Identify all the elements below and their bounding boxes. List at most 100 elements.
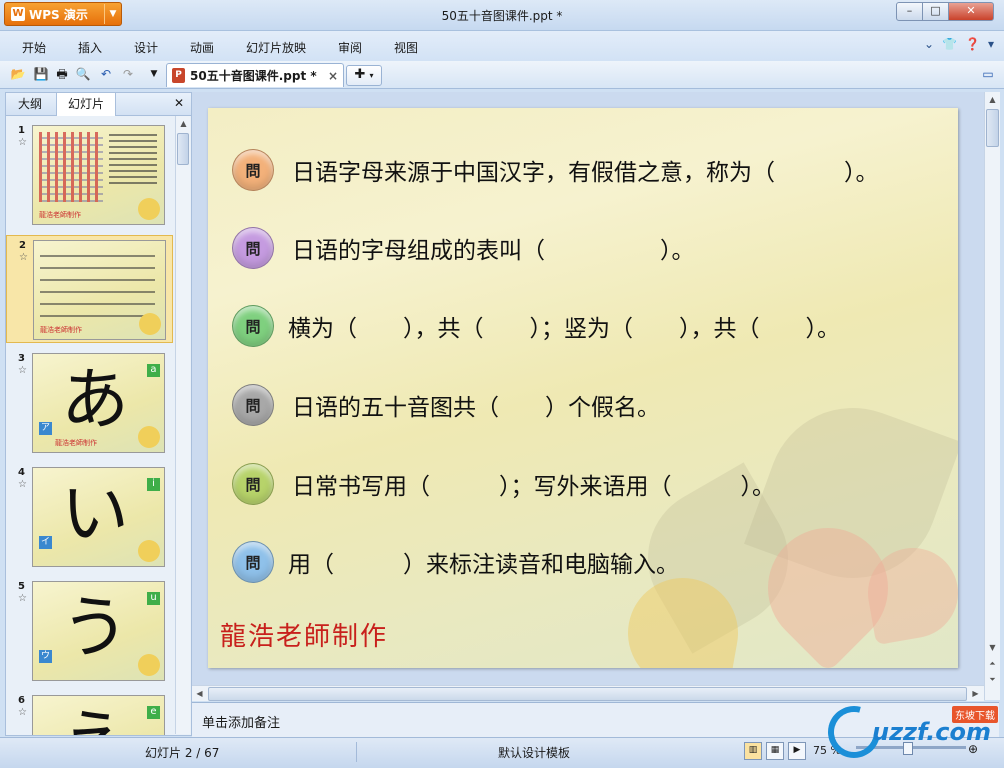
next-slide-icon[interactable]: ⏷ [985,672,1000,687]
redo-icon[interactable]: ↷ [120,66,136,82]
current-slide[interactable]: 問 日语字母来源于中国汉字，有假借之意，称为（ ）。 問 日语的字母组成的表叫（… [208,108,958,668]
hiragana-char: え [61,708,129,736]
author-signature: 龍浩老師制作 [220,622,389,652]
customize-toolbar-icon[interactable]: ▼ [146,66,162,82]
slide-preview: 龍浩老師制作 [32,125,165,225]
scroll-up-icon[interactable]: ▲ [985,92,1000,107]
slideshow-icon[interactable]: ▶ [788,742,806,760]
watermark-logo: uzzf.com 东坡下载 [818,696,1004,768]
question-row-6: 問 用（ ）来标注读音和电脑输入。 [232,541,679,583]
katakana-badge: イ [39,536,52,549]
flower-decoration [138,426,160,448]
scroll-down-icon[interactable]: ▼ [985,640,1000,655]
close-tab-icon[interactable]: × [328,69,338,83]
menu-home[interactable]: 开始 [22,39,46,56]
slides-pane: 大纲 幻灯片 ✕ 1 ☆ 龍浩老師制作 2 ☆ 龍浩老師制作 3 ☆ あ a ア… [5,92,192,736]
design-template-name: 默认设计模板 [498,746,571,760]
slide-number: 4 [18,467,25,478]
menu-insert[interactable]: 插入 [78,39,102,56]
restore-pane-icon[interactable]: ▭ [980,66,996,82]
katakana-badge: ウ [39,650,52,663]
scroll-thumb[interactable] [986,109,999,147]
animation-star-icon: ☆ [18,479,27,490]
slide-thumbnail-3[interactable]: 3 ☆ あ a ア 龍浩老師制作 [6,349,171,455]
romaji-badge: a [147,364,160,377]
slide-preview: え e [32,695,165,735]
slide-sorter-icon[interactable]: ▦ [766,742,784,760]
pane-tabs: 大纲 幻灯片 ✕ [6,92,191,116]
scroll-right-icon[interactable]: ▶ [968,686,983,701]
minimize-button[interactable]: – [896,2,923,21]
menu-view[interactable]: 视图 [394,39,418,56]
question-row-5: 問 日常书写用（ ）；写外来语用（ ）。 [232,463,775,505]
print-preview-icon[interactable]: 🔍 [75,66,91,82]
close-pane-icon[interactable]: ✕ [174,96,184,110]
new-tab-button[interactable]: ✚ ▾ [346,65,382,86]
maximize-button[interactable]: □ [922,2,949,21]
scroll-thumb[interactable] [208,687,967,701]
skin-icon[interactable]: 👕 [942,37,957,51]
open-folder-icon[interactable]: 📂 [10,66,26,82]
scroll-thumb[interactable] [177,133,189,165]
slide-thumbnail-2[interactable]: 2 ☆ 龍浩老師制作 [6,235,173,343]
question-text[interactable]: 日语的字母组成的表叫（ ）。 [292,231,695,265]
question-row-2: 問 日语的字母组成的表叫（ ）。 [232,227,695,269]
save-icon[interactable]: 💾 [33,66,49,82]
slide-thumbnail-6[interactable]: 6 ☆ え e [6,691,171,735]
romaji-badge: u [147,592,160,605]
slide-thumbnail-4[interactable]: 4 ☆ い i イ [6,463,171,569]
slide-number: 5 [18,581,25,592]
previous-slide-icon[interactable]: ⏶ [985,656,1000,671]
menu-animation[interactable]: 动画 [190,39,214,56]
help-icon[interactable]: ❓ [965,37,980,51]
signature-mini: 龍浩老師制作 [55,439,97,447]
normal-view-icon[interactable]: ▥ [744,742,762,760]
menu-review[interactable]: 审阅 [338,39,362,56]
slide-preview: 龍浩老師制作 [33,240,166,340]
notes-placeholder: 单击添加备注 [202,716,281,731]
horizontal-scrollbar[interactable]: ◀ ▶ [192,685,984,701]
undo-icon[interactable]: ↶ [98,66,114,82]
animation-star-icon: ☆ [18,593,27,604]
romaji-badge: e [147,706,160,719]
scroll-left-icon[interactable]: ◀ [192,686,207,701]
menu-design[interactable]: 设计 [134,39,158,56]
print-icon[interactable]: 🖶 [54,66,70,82]
question-text[interactable]: 横为（ ），共（ ）；竖为（ ），共（ ）。 [288,309,840,343]
slide-preview: う u ウ [32,581,165,681]
question-text[interactable]: 日常书写用（ ）；写外来语用（ ）。 [292,467,775,501]
slides-pane-scrollbar[interactable]: ▲ [175,116,190,734]
katakana-badge: ア [39,422,52,435]
animation-star-icon: ☆ [18,365,27,376]
romaji-badge: i [147,478,160,491]
tab-slides[interactable]: 幻灯片 [56,92,116,116]
tab-outline[interactable]: 大纲 [11,93,49,115]
scroll-up-icon[interactable]: ▲ [176,116,191,131]
slide-number: 6 [18,695,25,706]
slide-counter: 幻灯片 2 / 67 [145,746,220,760]
ppt-file-icon: P [172,68,185,83]
slide-thumbnail-1[interactable]: 1 ☆ 龍浩老師制作 [6,121,171,227]
slide-number: 3 [18,353,25,364]
slide-thumbnail-5[interactable]: 5 ☆ う u ウ [6,577,171,683]
document-tab-label: 50五十音图课件.ppt * [190,69,317,83]
vertical-scrollbar[interactable]: ▲ ▼ ⏶ ⏷ [984,92,1000,700]
question-text[interactable]: 日语字母来源于中国汉字，有假借之意，称为（ ）。 [292,153,879,187]
close-button[interactable]: ✕ [948,2,994,21]
question-text[interactable]: 用（ ）来标注读音和电脑输入。 [288,545,679,579]
menu-slideshow[interactable]: 幻灯片放映 [246,39,306,56]
flower-decoration [138,540,160,562]
question-text[interactable]: 日语的五十音图共（ ）个假名。 [292,388,660,422]
signature-mini: 龍浩老師制作 [39,211,81,219]
document-tab[interactable]: P 50五十音图课件.ppt * × [166,63,344,87]
window-title: 50五十音图课件.ppt * [441,9,563,23]
animation-star-icon: ☆ [19,252,28,263]
collapse-ribbon-icon[interactable]: ⌄ [924,37,934,51]
hiragana-char: い [61,475,130,554]
help-dropdown-icon[interactable]: ▾ [988,37,994,51]
quick-toolbar: 📂 💾 🖶 🔍 ↶ ↷ ▼ P 50五十音图课件.ppt * × ✚ ▾ ▭ [0,61,1004,89]
question-row-3: 問 横为（ ），共（ ）；竖为（ ），共（ ）。 [232,305,840,347]
menu-right-tools: ⌄ 👕 ❓ ▾ [924,37,994,51]
flower-decoration [139,313,161,335]
flower-decoration [138,654,160,676]
